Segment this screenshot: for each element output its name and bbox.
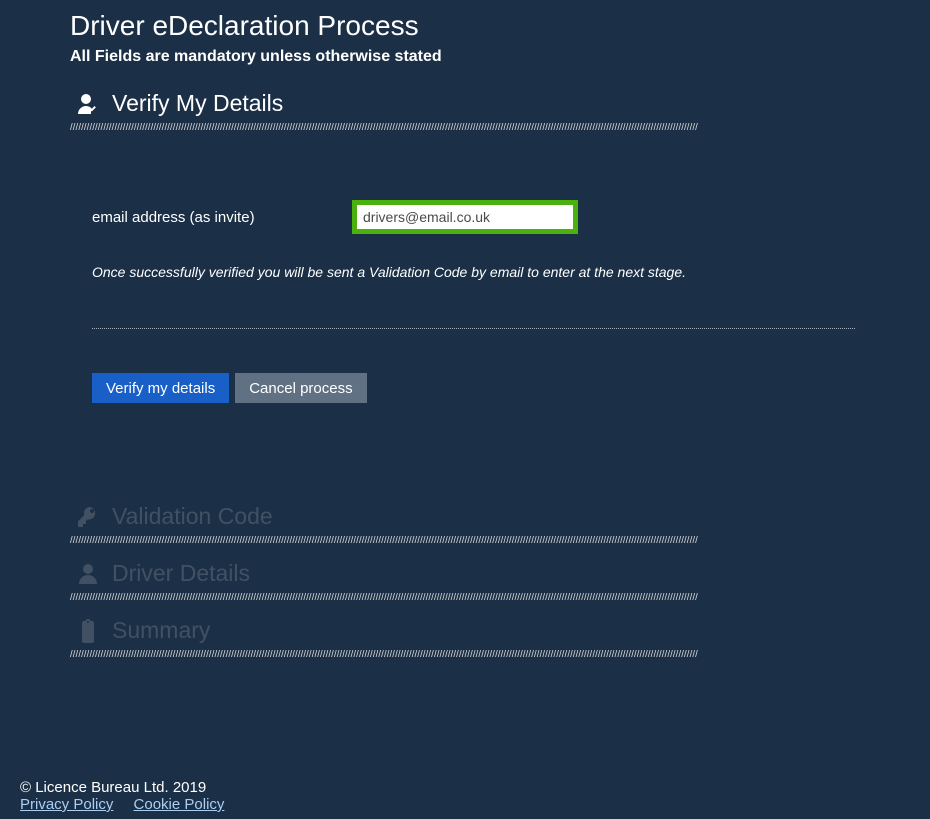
- divider-hash: ////////////////////////////////////////…: [70, 123, 860, 133]
- step-title-verify: Verify My Details: [112, 90, 283, 117]
- page-title: Driver eDeclaration Process: [70, 10, 860, 42]
- email-label: email address (as invite): [92, 209, 352, 226]
- clipboard-icon: [76, 619, 100, 643]
- user-icon: [76, 562, 100, 586]
- user-check-icon: [76, 92, 100, 116]
- divider-hash: ////////////////////////////////////////…: [70, 593, 860, 603]
- step-header-driver-details[interactable]: Driver Details: [70, 558, 860, 591]
- privacy-link[interactable]: Privacy Policy: [20, 796, 113, 813]
- cookie-link[interactable]: Cookie Policy: [134, 796, 225, 813]
- step-header-verify-details[interactable]: Verify My Details: [70, 88, 860, 121]
- step-header-summary[interactable]: Summary: [70, 615, 860, 648]
- cancel-button[interactable]: Cancel process: [235, 373, 366, 403]
- key-icon: [76, 505, 100, 529]
- step-header-validation-code[interactable]: Validation Code: [70, 501, 860, 534]
- divider-hash: ////////////////////////////////////////…: [70, 536, 860, 546]
- step-title-driver: Driver Details: [112, 560, 250, 587]
- email-input[interactable]: [357, 205, 573, 229]
- dotted-divider: [92, 328, 855, 329]
- verify-button[interactable]: Verify my details: [92, 373, 229, 403]
- divider-hash: ////////////////////////////////////////…: [70, 650, 860, 660]
- step-title-summary: Summary: [112, 617, 210, 644]
- footer-copyright: © Licence Bureau Ltd. 2019: [20, 779, 240, 796]
- step-body-verify: email address (as invite) Once successfu…: [70, 145, 860, 423]
- email-input-highlight: [352, 200, 578, 234]
- page-subtitle: All Fields are mandatory unless otherwis…: [70, 48, 860, 66]
- verification-hint: Once successfully verified you will be s…: [92, 264, 838, 280]
- page-footer: © Licence Bureau Ltd. 2019 Privacy Polic…: [20, 779, 240, 813]
- step-title-validation: Validation Code: [112, 503, 273, 530]
